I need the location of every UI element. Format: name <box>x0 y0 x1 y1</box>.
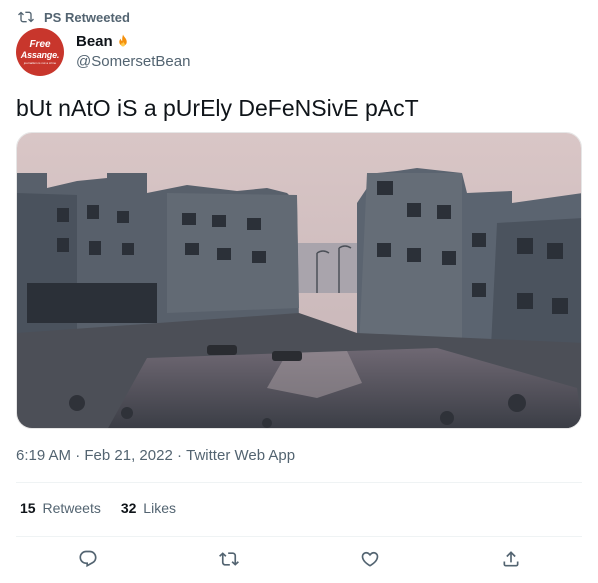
avatar-text-line3: journalism is not a crime <box>23 60 57 65</box>
meta-separator: · <box>172 447 187 464</box>
tweet-source[interactable]: Twitter Web App <box>186 447 295 464</box>
share-icon <box>503 551 519 567</box>
retweets-label: Retweets <box>42 500 101 516</box>
reply-button[interactable] <box>76 547 100 571</box>
tweet-text: bUt nAtO iS a pUrEly DeFeNSivE pAcT <box>16 95 419 121</box>
retweet-button[interactable] <box>217 547 241 571</box>
avatar[interactable]: Free Assange. journalism is not a crime <box>16 28 64 76</box>
author-info: Bean @SomersetBean <box>76 32 190 72</box>
meta-separator: · <box>71 447 85 464</box>
divider <box>16 536 582 537</box>
tweet-actions <box>0 547 598 573</box>
like-button[interactable] <box>358 547 382 571</box>
heart-icon <box>361 551 379 567</box>
retweeted-by-label: PS Retweeted <box>44 9 130 25</box>
avatar-text-line1: Free <box>29 38 51 50</box>
author-display-name[interactable]: Bean <box>76 32 190 52</box>
share-button[interactable] <box>499 547 523 571</box>
divider <box>16 482 582 483</box>
tweet-stats: 15 Retweets 32 Likes <box>20 500 176 516</box>
author-handle[interactable]: @SomersetBean <box>76 52 190 72</box>
retweets-stat[interactable]: 15 Retweets <box>20 500 101 516</box>
tweet-meta: 6:19 AM · Feb 21, 2022 · Twitter Web App <box>16 447 295 464</box>
tweet-photo[interactable] <box>16 132 582 429</box>
retweet-icon <box>219 552 239 566</box>
retweet-icon <box>18 9 34 25</box>
retweeted-by-bar[interactable]: PS Retweeted <box>18 8 130 26</box>
avatar-text-line2: Assange. <box>20 49 60 60</box>
tweet-date[interactable]: Feb 21, 2022 <box>84 447 172 464</box>
likes-label: Likes <box>143 500 176 516</box>
destroyed-city-photo <box>17 133 581 428</box>
display-name-text: Bean <box>76 33 113 50</box>
fire-icon <box>114 33 132 51</box>
reply-icon <box>79 550 97 568</box>
likes-count: 32 <box>120 500 137 516</box>
tweet-time[interactable]: 6:19 AM <box>16 447 71 464</box>
likes-stat[interactable]: 32 Likes <box>121 500 176 516</box>
retweets-count: 15 <box>20 500 36 516</box>
